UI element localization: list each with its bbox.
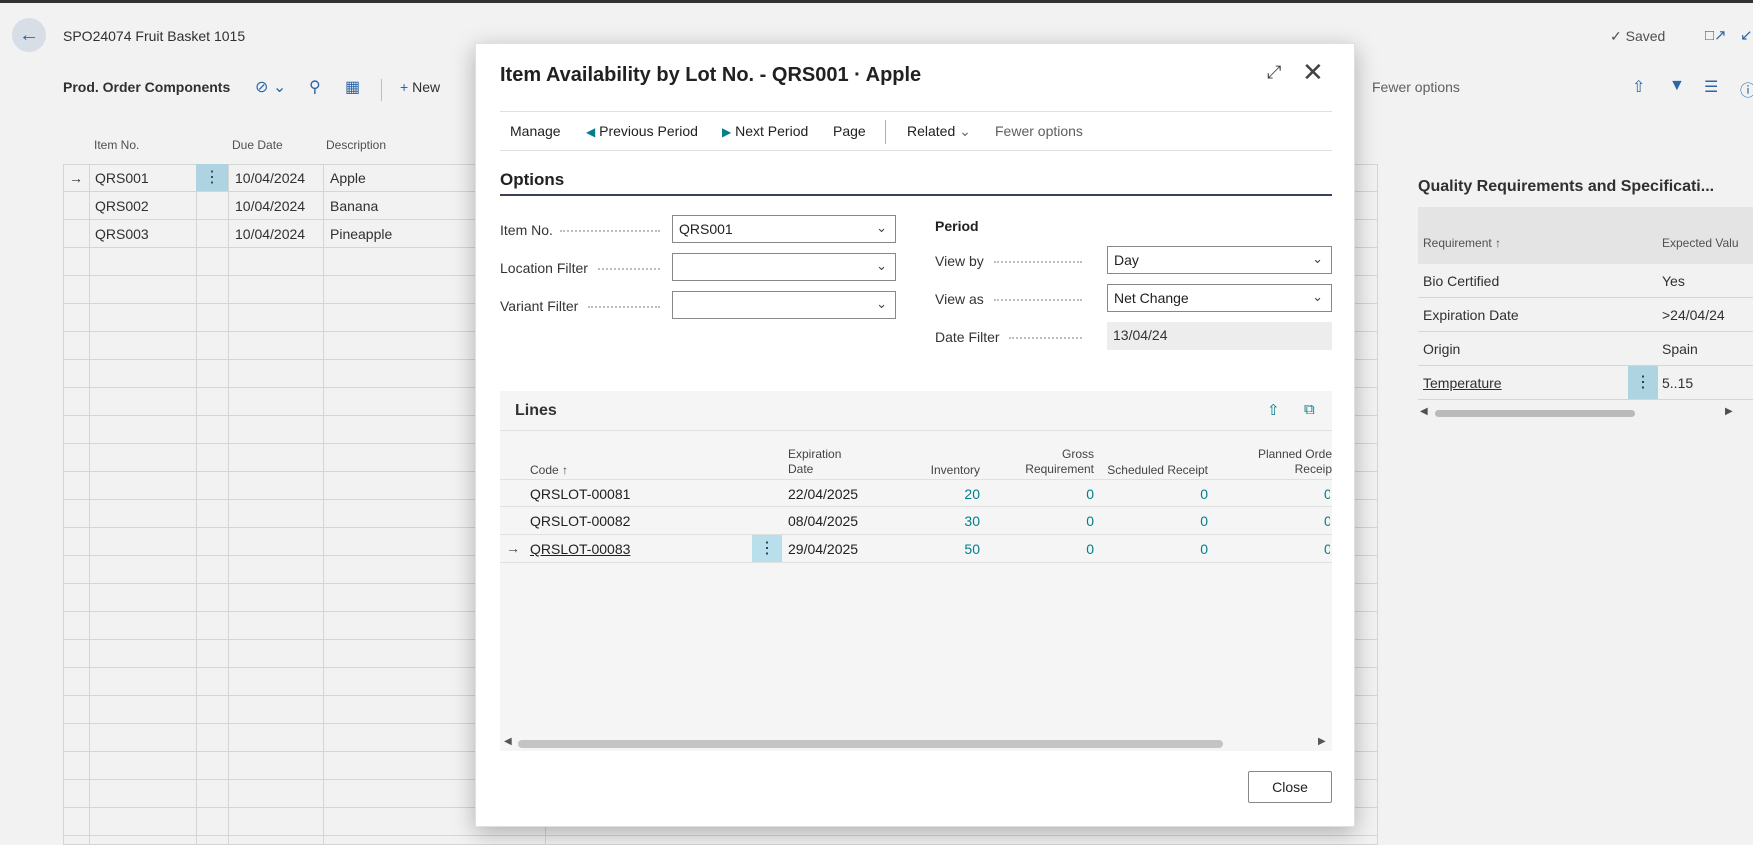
inventory-cell[interactable]: 20 [880, 486, 980, 502]
planned-label-line2: Receip [1294, 462, 1332, 476]
scheduled-receipt-cell[interactable]: 0 [1094, 513, 1208, 529]
scheduled-receipt-cell[interactable]: 0 [1094, 541, 1208, 557]
item-no-value: QRS001 [679, 221, 733, 237]
page-menu[interactable]: Page [833, 123, 866, 139]
column-header-planned-order-receipt[interactable]: Planned Orde Receip [1220, 447, 1332, 477]
expiration-label-line2: Date [788, 462, 814, 476]
variant-filter-label: Variant Filter [500, 298, 579, 314]
view-as-select[interactable]: Net Change ⌄ [1107, 284, 1332, 312]
sort-up-icon: ↑ [562, 463, 569, 477]
scroll-left-icon[interactable]: ◀ [504, 736, 512, 747]
gross-label-line2: Requirement [1025, 462, 1094, 476]
inventory-cell[interactable]: 50 [880, 541, 980, 557]
manage-menu[interactable]: Manage [510, 123, 561, 139]
date-filter-label: Date Filter [935, 329, 1000, 345]
expiration-date-cell[interactable]: 08/04/2025 [788, 513, 858, 529]
chevron-down-icon[interactable]: ⌄ [876, 296, 887, 312]
view-by-value: Day [1114, 252, 1139, 268]
code-cell[interactable]: QRSLOT-00082 [530, 513, 630, 529]
triangle-left-icon: ◀ [586, 125, 596, 139]
scroll-right-icon[interactable]: ▶ [1318, 736, 1326, 747]
lines-scrollbar[interactable]: ◀ ▶ [500, 736, 1332, 751]
field-leader [560, 230, 660, 232]
expand-icon[interactable]: ⤢ [1267, 62, 1281, 83]
chevron-down-icon[interactable]: ⌄ [876, 220, 887, 236]
lines-part: Lines ⇧ ⧉ Code ↑ Expiration Date Inventor… [500, 391, 1332, 751]
row-menu-icon[interactable]: ⋮ [752, 535, 782, 562]
table-row[interactable]: → QRSLOT-00083 ⋮ 29/04/2025 50 0 0 0 [500, 535, 1332, 563]
location-filter-field[interactable]: ⌄ [672, 253, 896, 281]
expiration-date-cell[interactable]: 29/04/2025 [788, 541, 858, 557]
previous-period-button[interactable]: ◀ Previous Period [586, 123, 698, 139]
field-leader [598, 268, 660, 270]
dialog-action-bar: Manage ◀ Previous Period ▶ Next Period P… [500, 111, 1332, 151]
field-leader [994, 261, 1082, 263]
column-header-code[interactable]: Code ↑ [530, 463, 568, 478]
scroll-thumb[interactable] [518, 740, 1223, 748]
column-header-scheduled-receipt[interactable]: Scheduled Receipt [1094, 463, 1208, 478]
table-row[interactable]: QRSLOT-00082 08/04/2025 30 0 0 0 [500, 507, 1332, 535]
gross-requirement-cell[interactable]: 0 [980, 541, 1094, 557]
column-header-expiration-date[interactable]: Expiration Date [788, 447, 841, 477]
field-leader [588, 306, 660, 308]
planned-order-receipt-cell[interactable]: 0 [1300, 486, 1330, 502]
row-arrow-icon: → [506, 540, 520, 556]
options-underline [500, 194, 1332, 196]
view-as-value: Net Change [1114, 290, 1189, 306]
variant-filter-field[interactable]: ⌄ [672, 291, 896, 319]
options-section-title[interactable]: Options [500, 170, 564, 190]
item-no-field[interactable]: QRS001 ⌄ [672, 215, 896, 243]
chevron-down-icon[interactable]: ⌄ [876, 258, 887, 274]
open-in-new-window-icon[interactable]: ⧉ [1304, 401, 1315, 418]
gross-requirement-cell[interactable]: 0 [980, 513, 1094, 529]
triangle-right-icon: ▶ [722, 125, 732, 139]
item-availability-dialog: Item Availability by Lot No. - QRS001 · … [475, 43, 1355, 827]
planned-order-receipt-cell[interactable]: 0 [1300, 513, 1330, 529]
date-filter-field[interactable]: 13/04/24 [1107, 322, 1332, 350]
chevron-down-icon[interactable]: ⌄ [1312, 251, 1323, 267]
related-label: Related [907, 123, 956, 139]
gross-label-line1: Gross [1061, 447, 1094, 461]
column-header-gross-requirement[interactable]: Gross Requirement [980, 447, 1094, 477]
planned-label-line1: Planned Orde [1257, 447, 1332, 461]
close-button[interactable]: Close [1248, 771, 1332, 803]
location-filter-label: Location Filter [500, 260, 588, 276]
column-header-inventory[interactable]: Inventory [880, 463, 980, 478]
period-group-title: Period [935, 218, 979, 234]
close-icon[interactable]: ✕ [1302, 57, 1324, 88]
chevron-down-icon[interactable]: ⌄ [1312, 289, 1323, 305]
lines-header: Lines ⇧ ⧉ [500, 391, 1332, 431]
gross-requirement-cell[interactable]: 0 [980, 486, 1094, 502]
previous-period-label: Previous Period [599, 123, 698, 139]
item-no-label: Item No. [500, 222, 553, 238]
chevron-down-icon: ⌄ [959, 123, 971, 139]
field-leader [994, 299, 1082, 301]
view-as-label: View as [935, 291, 984, 307]
view-by-select[interactable]: Day ⌄ [1107, 246, 1332, 274]
expiration-label-line1: Expiration [788, 447, 842, 461]
planned-order-receipt-cell[interactable]: 0 [1300, 541, 1330, 557]
view-by-label: View by [935, 253, 984, 269]
code-cell[interactable]: QRSLOT-00083 [530, 541, 630, 557]
related-menu[interactable]: Related ⌄ [907, 123, 971, 140]
expiration-date-cell[interactable]: 22/04/2025 [788, 486, 858, 502]
next-period-label: Next Period [735, 123, 809, 139]
inventory-cell[interactable]: 30 [880, 513, 980, 529]
code-label: Code [530, 463, 559, 477]
dialog-title: Item Availability by Lot No. - QRS001 · … [500, 64, 922, 86]
code-cell[interactable]: QRSLOT-00081 [530, 486, 630, 502]
table-row[interactable]: QRSLOT-00081 22/04/2025 20 0 0 0 [500, 479, 1332, 507]
next-period-button[interactable]: ▶ Next Period [722, 123, 808, 139]
divider [885, 120, 886, 144]
share-icon[interactable]: ⇧ [1267, 401, 1280, 419]
field-leader [1009, 337, 1082, 339]
fewer-options-button[interactable]: Fewer options [995, 123, 1083, 139]
lines-title[interactable]: Lines [515, 402, 557, 420]
scheduled-receipt-cell[interactable]: 0 [1094, 486, 1208, 502]
